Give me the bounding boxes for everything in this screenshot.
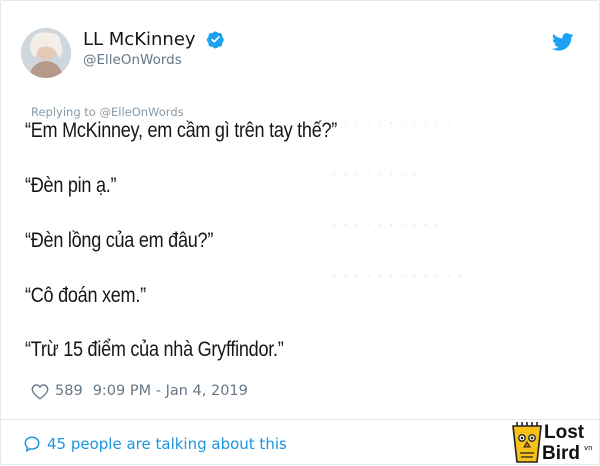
tweet-text-line: “Em McKinney, em cầm gì trên tay thế?” xyxy=(25,119,338,142)
talking-link[interactable]: 45 people are talking about this xyxy=(23,433,287,455)
heart-icon[interactable] xyxy=(31,383,49,400)
twitter-bird-icon[interactable] xyxy=(552,33,574,51)
tweet-text-line: “Trừ 15 điểm của nhà Gryffindor.” xyxy=(25,338,284,361)
watermark-line: · · · · · · · · · · xyxy=(331,215,440,236)
tweet-text-line: “Đèn pin ạ.” xyxy=(25,174,117,197)
display-name[interactable]: LL McKinney xyxy=(83,29,196,50)
watermark-line: · · · · · · · · · · · xyxy=(331,113,452,134)
logo-text: Lost xyxy=(544,422,585,443)
avatar[interactable] xyxy=(21,28,71,78)
verified-badge-icon xyxy=(206,31,224,49)
tweet-text-line: “Cô đoán xem.” xyxy=(25,284,146,307)
avatar-image xyxy=(21,28,71,78)
tweet-card: LL McKinney @ElleOnWords · · · · · · · ·… xyxy=(0,0,600,465)
background-watermark: · · · · · · · · · · · · · · · · · · · · … xyxy=(331,113,581,373)
logo-text: Bird xyxy=(542,443,580,464)
tweet-meta: 589 9:09 PM - Jan 4, 2019 xyxy=(31,380,248,402)
handle[interactable]: @ElleOnWords xyxy=(83,52,182,68)
replying-to-text[interactable]: Replying to @ElleOnWords xyxy=(31,105,184,119)
timestamp[interactable]: 9:09 PM - Jan 4, 2019 xyxy=(93,383,248,399)
watermark-line: · · · · · · · · · · · · xyxy=(331,266,463,287)
like-count[interactable]: 589 xyxy=(55,383,83,399)
speech-bubble-icon xyxy=(24,436,40,453)
tweet-text-line: “Đèn lồng của em đâu?” xyxy=(25,229,214,252)
talking-text[interactable]: 45 people are talking about this xyxy=(47,435,287,453)
logo-suffix: vn xyxy=(584,444,593,452)
watermark-line: · · · · · · · · xyxy=(331,164,417,185)
